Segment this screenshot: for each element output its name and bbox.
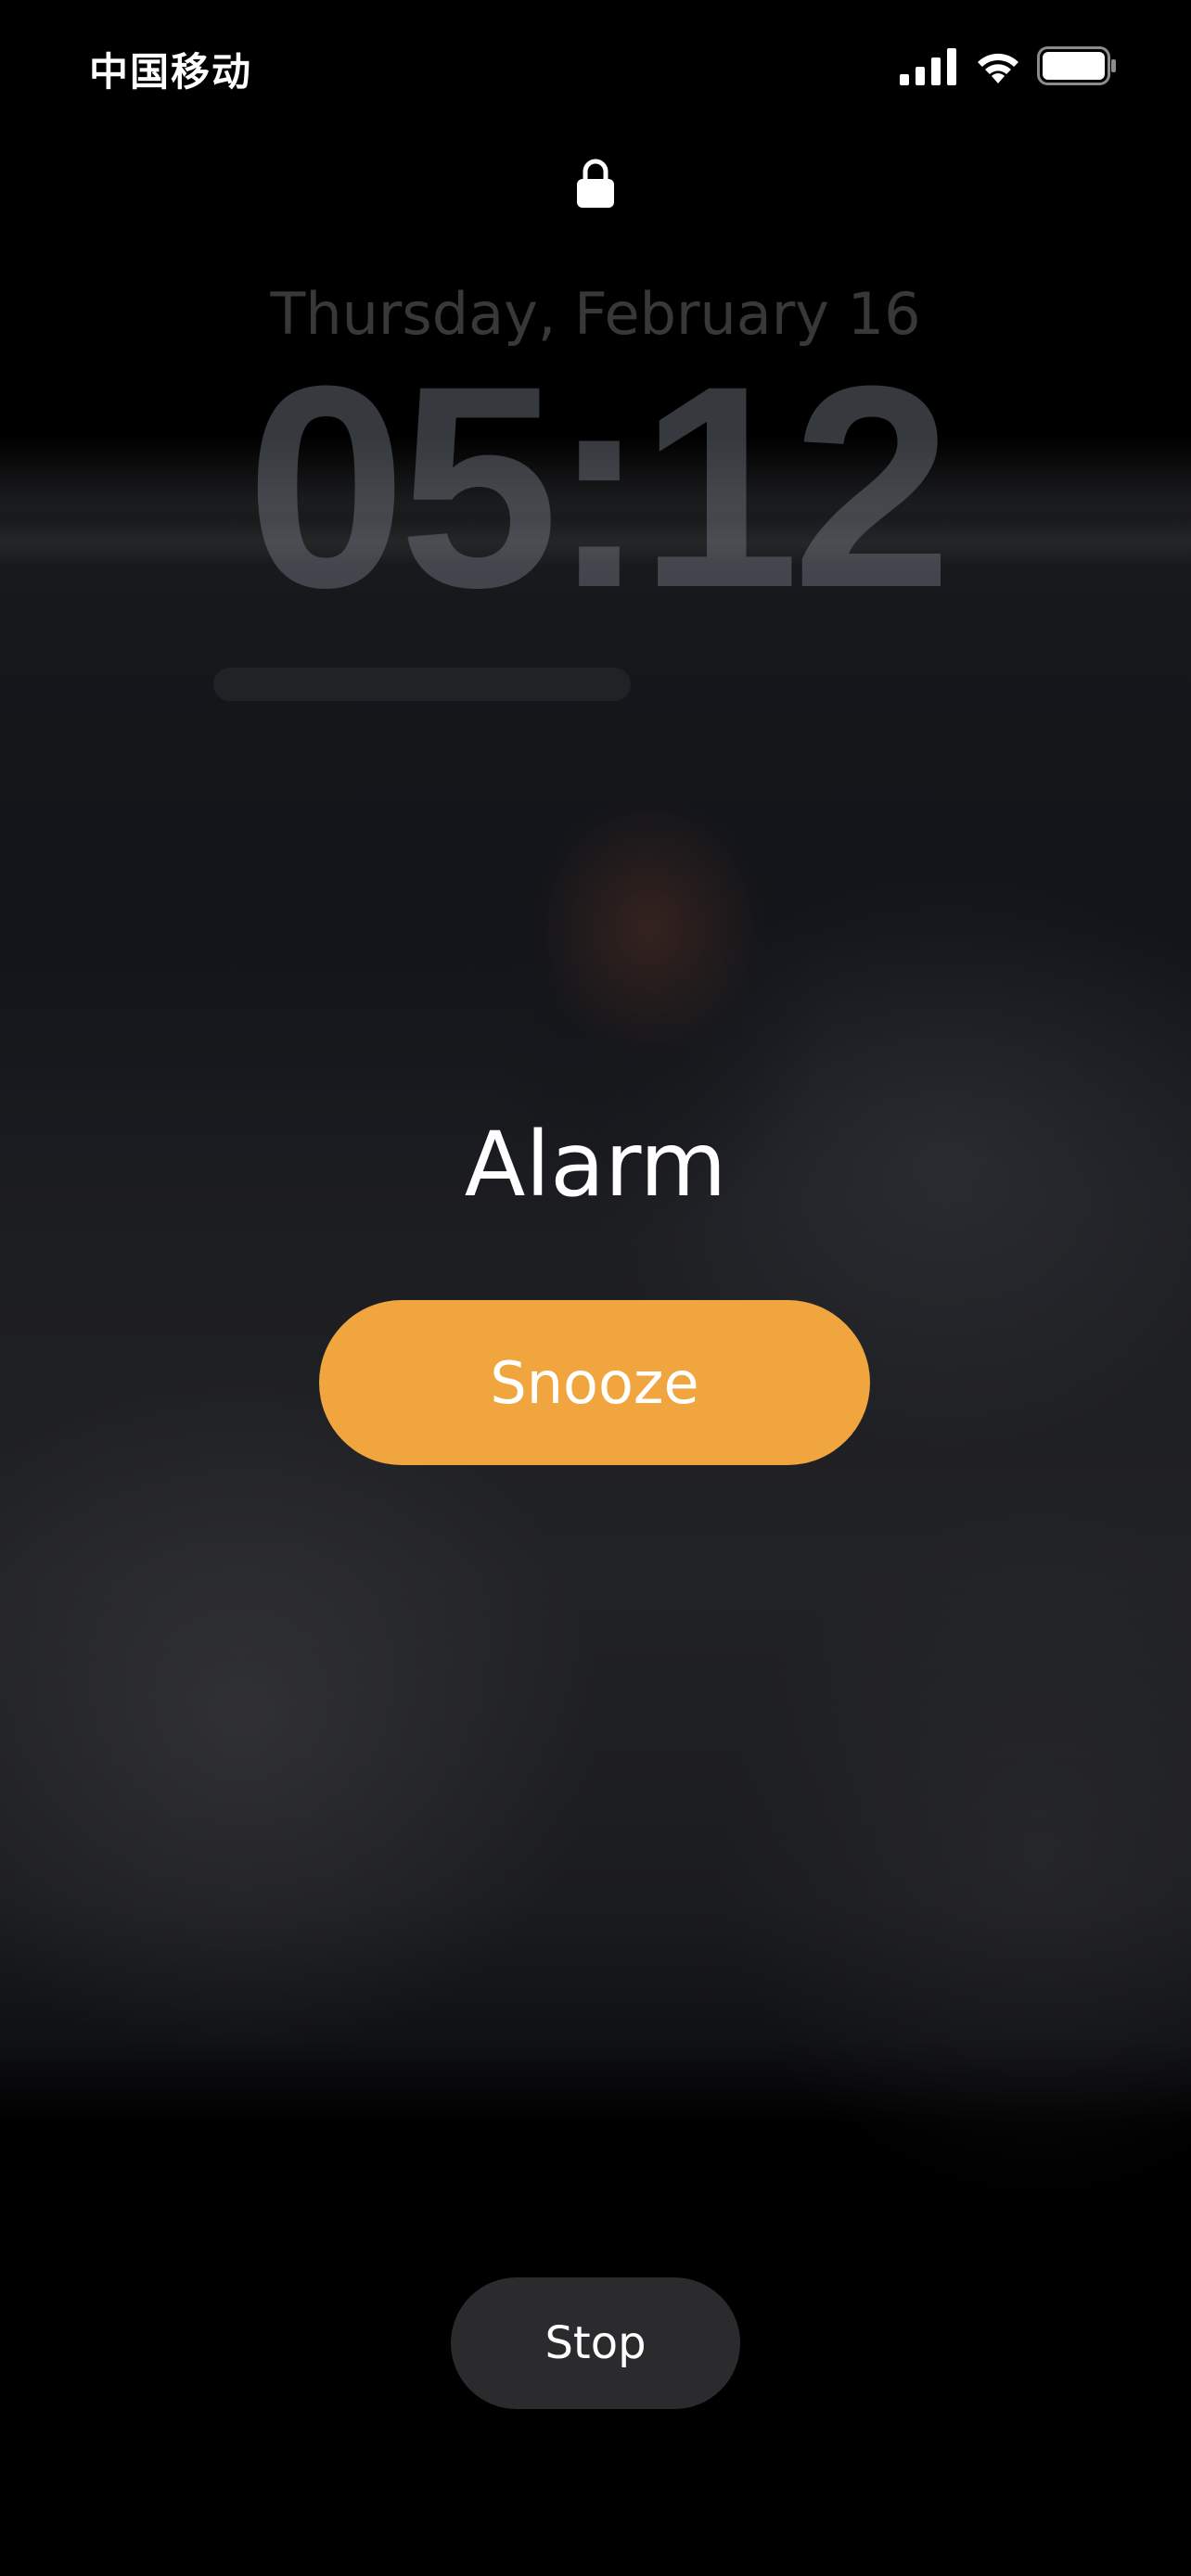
alarm-title: Alarm [464, 1113, 727, 1217]
battery-icon [1037, 46, 1116, 85]
lock-icon [577, 159, 614, 208]
alarm-lock-screen: 中国移动 Thursday, February 16 05:12 Alarm S… [0, 0, 1191, 2576]
stop-button-label: Stop [544, 2317, 647, 2369]
snooze-button[interactable]: Snooze [319, 1300, 870, 1465]
status-bar: 中国移动 [0, 0, 1191, 139]
stop-button[interactable]: Stop [451, 2277, 740, 2409]
lock-screen-time: 05:12 [246, 325, 953, 647]
carrier-name: 中国移动 [89, 49, 253, 95]
blurred-wallpaper-detail [213, 668, 631, 701]
wifi-icon [978, 53, 1018, 83]
signal-icon [900, 48, 956, 85]
snooze-button-label: Snooze [490, 1348, 699, 1417]
